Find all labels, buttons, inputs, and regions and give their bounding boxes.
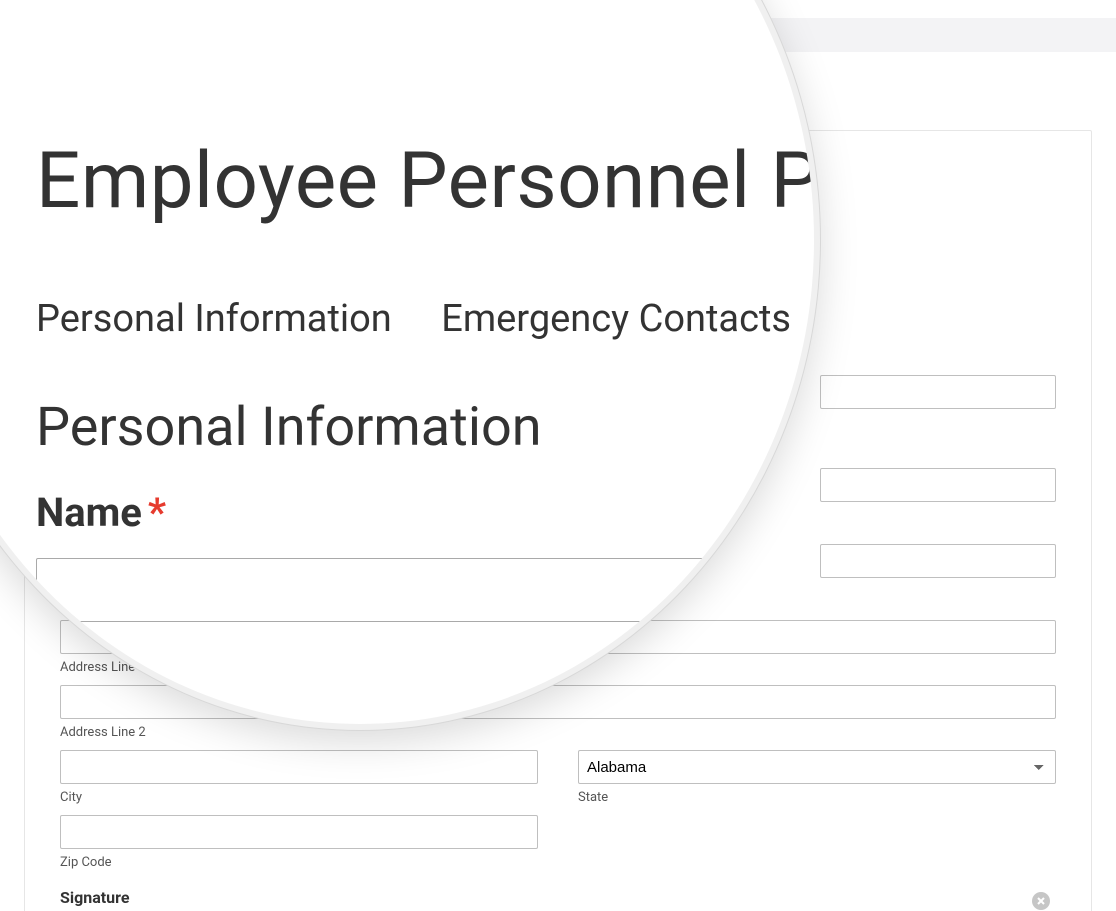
tab-emergency-contacts[interactable]: Emergency Contacts (441, 297, 791, 341)
required-indicator: * (148, 489, 166, 536)
name-input[interactable] (36, 558, 756, 622)
city-input[interactable] (60, 750, 538, 784)
zip-sublabel: Zip Code (60, 855, 538, 870)
zip-input[interactable] (60, 815, 538, 849)
section-heading: Personal Information (36, 396, 820, 459)
signature-block: Signature (60, 888, 1056, 911)
tab-personal-information[interactable]: Personal Information (36, 297, 392, 341)
state-sublabel: State (578, 790, 1056, 805)
city-sublabel: City (60, 790, 538, 805)
name-field-label-row: Name * (36, 489, 820, 536)
tab-row: Personal Information Emergency Contacts … (36, 297, 820, 341)
magnifier-lens: Employee Personnel Profile Personal Info… (0, 0, 820, 730)
address-line2-sublabel: Address Line 2 (60, 725, 1056, 740)
state-select[interactable]: Alabama (578, 750, 1056, 784)
name-label: Name (36, 489, 142, 536)
signature-label: Signature (60, 888, 1056, 907)
id-card-icon (711, 576, 741, 604)
page-title: Employee Personnel Profile (36, 136, 820, 227)
close-icon[interactable] (1032, 892, 1050, 910)
